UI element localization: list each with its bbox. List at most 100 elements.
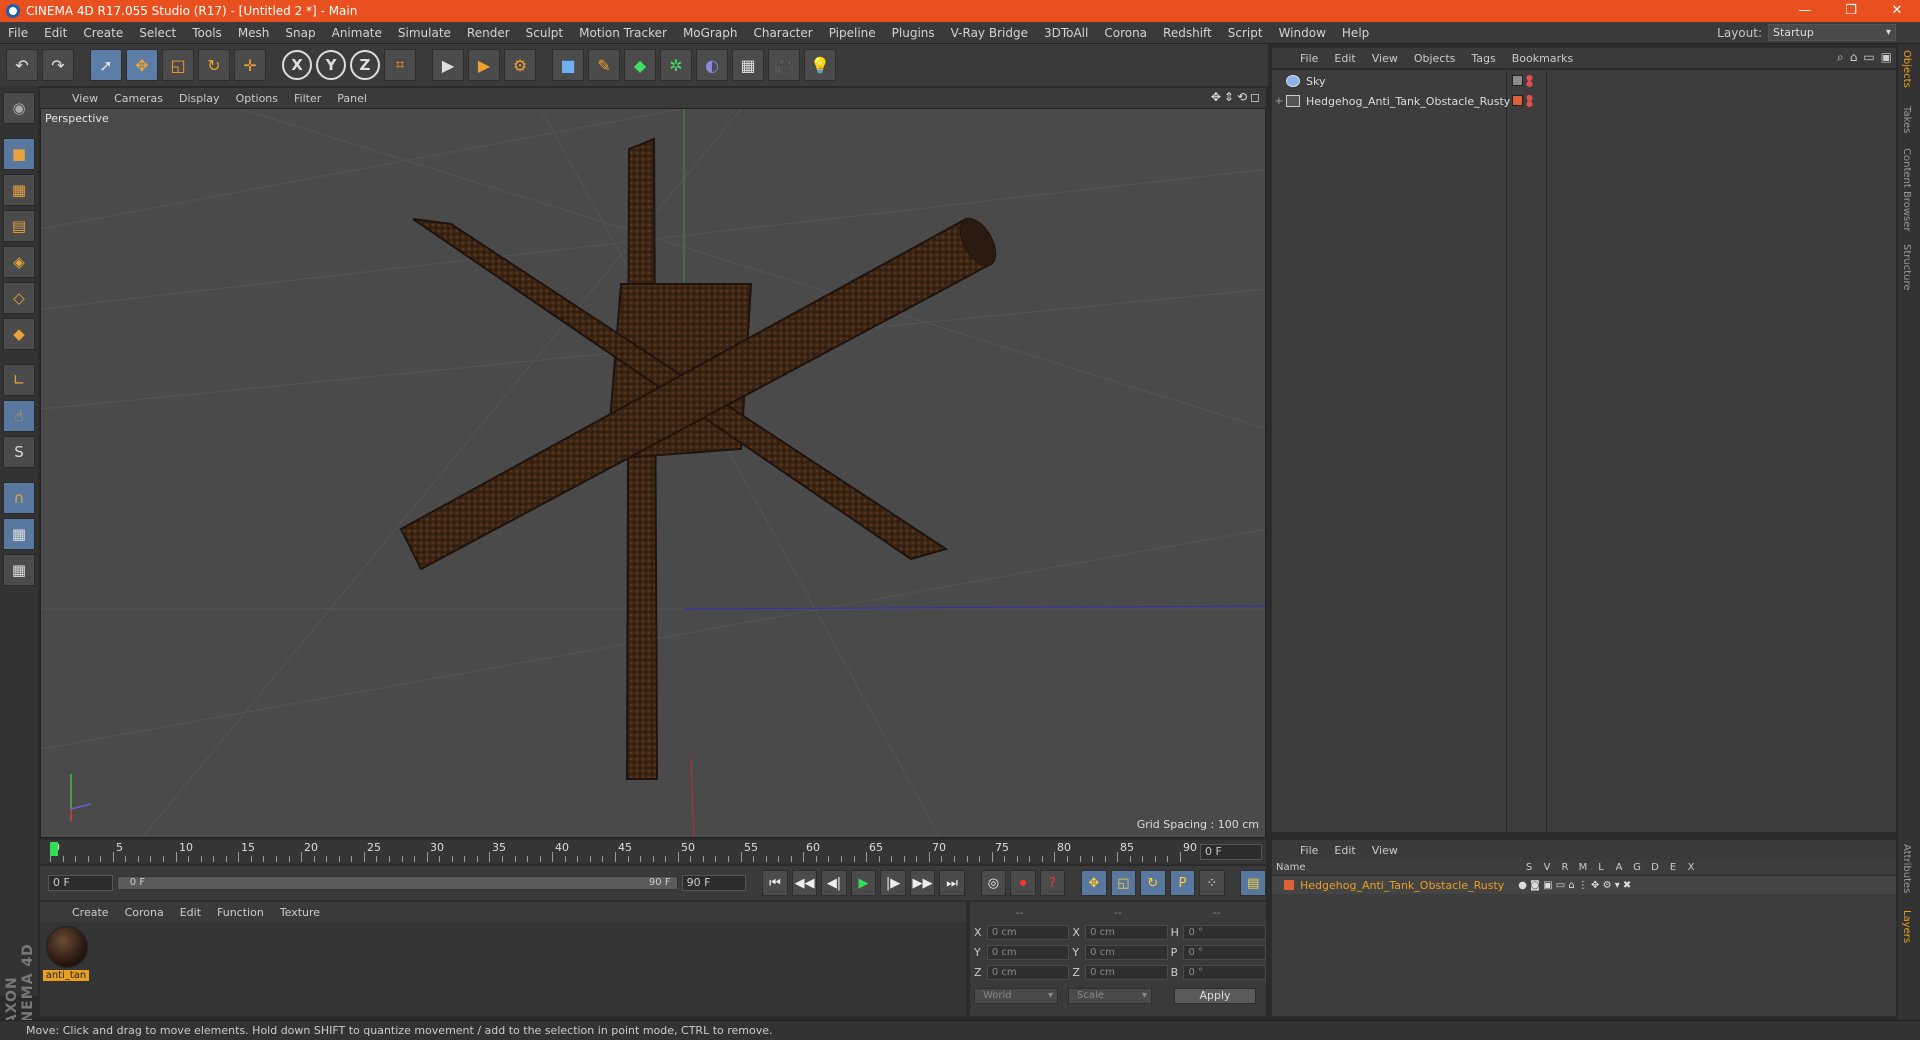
size-y-field[interactable]: 0 cm xyxy=(1085,944,1168,960)
start-frame-field[interactable]: 0 F xyxy=(48,875,113,891)
layer-col-solo[interactable]: S xyxy=(1520,862,1538,873)
render-settings-button[interactable]: ⚙ xyxy=(504,49,536,81)
objects-menu-bookmarks[interactable]: Bookmarks xyxy=(1504,52,1581,65)
undo-button[interactable]: ↶ xyxy=(6,49,38,81)
objects-menu-objects[interactable]: Objects xyxy=(1406,52,1464,65)
layer-col-xref[interactable]: X xyxy=(1682,862,1700,873)
tab-content-browser[interactable]: Content Browser xyxy=(1901,148,1912,231)
minimize-button[interactable]: — xyxy=(1782,0,1828,22)
menu-tools[interactable]: Tools xyxy=(184,26,230,40)
tab-structure[interactable]: Structure xyxy=(1901,244,1912,291)
workplane-mode-button[interactable]: ▤ xyxy=(3,210,35,242)
model-mode-button[interactable]: ■ xyxy=(3,138,35,170)
solo-button[interactable]: S xyxy=(3,436,35,468)
go-to-end-button[interactable]: ⏭ xyxy=(939,870,965,896)
sky-visibility-dots[interactable]: ● ● xyxy=(1526,74,1533,88)
layer-col-animation[interactable]: A xyxy=(1610,862,1628,873)
size-x-field[interactable]: 0 cm xyxy=(1085,924,1168,940)
menu-script[interactable]: Script xyxy=(1220,26,1271,40)
next-key-button[interactable]: ▶▶ xyxy=(909,870,936,896)
size-z-field[interactable]: 0 cm xyxy=(1085,964,1168,980)
layers-menu-view[interactable]: View xyxy=(1364,844,1406,857)
layer-col-render[interactable]: R xyxy=(1556,862,1574,873)
toggle-view-icon[interactable]: ◻ xyxy=(1250,90,1260,104)
viewport-menu-filter[interactable]: Filter xyxy=(286,92,329,105)
hedgehog-visibility-dots[interactable]: ● ● xyxy=(1526,94,1533,108)
pos-z-field[interactable]: 0 cm xyxy=(986,964,1070,980)
viewport-menu-display[interactable]: Display xyxy=(171,92,228,105)
autokeying-button[interactable]: ⏺ xyxy=(1010,870,1036,896)
restore-button[interactable]: ❐ xyxy=(1828,0,1874,22)
live-selection-button[interactable]: ➚ xyxy=(90,49,122,81)
objects-menu-tags[interactable]: Tags xyxy=(1463,52,1503,65)
menu-animate[interactable]: Animate xyxy=(324,26,390,40)
hedgehog-layer-swatch[interactable] xyxy=(1512,95,1523,106)
menu-mograph[interactable]: MoGraph xyxy=(675,26,746,40)
menu-file[interactable]: File xyxy=(0,26,36,40)
size-mode-select[interactable]: Scale xyxy=(1068,988,1152,1004)
close-button[interactable]: ✕ xyxy=(1874,0,1920,22)
make-editable-button[interactable]: ◉ xyxy=(3,92,35,124)
menu-mesh[interactable]: Mesh xyxy=(230,26,278,40)
menu-plugins[interactable]: Plugins xyxy=(884,26,943,40)
material-menu-texture[interactable]: Texture xyxy=(272,906,328,919)
tab-layers[interactable]: Layers xyxy=(1901,910,1912,943)
axis-mode-button[interactable]: ∟ xyxy=(3,364,35,396)
menu-motion-tracker[interactable]: Motion Tracker xyxy=(571,26,675,40)
objects-menu-view[interactable]: View xyxy=(1364,52,1406,65)
menu-create[interactable]: Create xyxy=(75,26,131,40)
pan-view-icon[interactable]: ✥ xyxy=(1211,90,1221,104)
apply-button[interactable]: Apply xyxy=(1174,988,1256,1004)
z-axis-lock-button[interactable]: Z xyxy=(350,50,380,80)
grid-snap-button[interactable]: ▦ xyxy=(3,554,35,586)
timeline-window-button[interactable]: ▤ xyxy=(1240,870,1266,896)
polygons-mode-button[interactable]: ◆ xyxy=(3,318,35,350)
rotate-view-icon[interactable]: ⟲ xyxy=(1237,90,1247,104)
points-mode-button[interactable]: ◈ xyxy=(3,246,35,278)
expand-icon[interactable]: + xyxy=(1272,96,1286,107)
x-axis-lock-button[interactable]: X xyxy=(282,50,312,80)
layers-menu-edit[interactable]: Edit xyxy=(1326,844,1363,857)
menu-help[interactable]: Help xyxy=(1334,26,1377,40)
render-view-button[interactable]: ▶ xyxy=(432,49,464,81)
rot-b-field[interactable]: 0 ° xyxy=(1183,964,1266,980)
deformer-button[interactable]: ◐ xyxy=(696,49,728,81)
record-parameter-button[interactable]: P xyxy=(1169,870,1196,896)
layout-select[interactable]: Startup xyxy=(1768,24,1896,41)
layer-col-name[interactable]: Name xyxy=(1272,862,1520,873)
object-row-hedgehog[interactable]: + Hedgehog_Anti_Tank_Obstacle_Rusty xyxy=(1272,92,1896,110)
new-window-icon[interactable]: ▣ xyxy=(1881,50,1892,65)
camera-button[interactable]: 🎥 xyxy=(768,49,800,81)
pen-spline-button[interactable]: ✎ xyxy=(588,49,620,81)
y-axis-lock-button[interactable]: Y xyxy=(316,50,346,80)
viewport-menu-options[interactable]: Options xyxy=(228,92,286,105)
texture-mode-button[interactable]: ▦ xyxy=(3,174,35,206)
material-menu-corona[interactable]: Corona xyxy=(117,906,172,919)
timeline-ruler[interactable]: 051015202530354045505560657075808590 0 F xyxy=(40,840,1266,864)
frame-ruler[interactable]: 051015202530354045505560657075808590 xyxy=(50,840,1210,864)
layer-color-swatch[interactable] xyxy=(1284,880,1294,890)
hedgehog-obstacle-model[interactable] xyxy=(399,137,1003,780)
menu-snap[interactable]: Snap xyxy=(277,26,323,40)
menu-character[interactable]: Character xyxy=(745,26,820,40)
play-button[interactable]: ▶ xyxy=(850,870,877,896)
workplane-lock-button[interactable]: ▦ xyxy=(3,518,35,550)
object-row-sky[interactable]: Sky xyxy=(1272,72,1896,90)
menu-pipeline[interactable]: Pipeline xyxy=(821,26,884,40)
end-frame-field[interactable]: 90 F xyxy=(681,875,747,891)
tab-takes[interactable]: Takes xyxy=(1901,106,1912,133)
menu-sculpt[interactable]: Sculpt xyxy=(518,26,571,40)
record-active-objects-button[interactable]: ◎ xyxy=(980,870,1007,896)
objects-menu-file[interactable]: File xyxy=(1292,52,1326,65)
record-scale-button[interactable]: ◱ xyxy=(1110,870,1137,896)
scale-tool-button[interactable]: ◱ xyxy=(162,49,194,81)
layer-col-visible[interactable]: V xyxy=(1538,862,1556,873)
menu-select[interactable]: Select xyxy=(131,26,184,40)
sky-tag-swatch[interactable] xyxy=(1512,75,1523,86)
previous-key-button[interactable]: ◀◀ xyxy=(791,870,818,896)
rotate-tool-button[interactable]: ↻ xyxy=(198,49,230,81)
light-button[interactable]: 💡 xyxy=(804,49,836,81)
menu-render[interactable]: Render xyxy=(459,26,518,40)
layer-toggle-icons[interactable]: ● ◙ ▣ ▭ ⌂ ⋮ ✥ ⚙ ▾ ✖ xyxy=(1518,880,1631,891)
viewport-menu-view[interactable]: View xyxy=(64,92,106,105)
